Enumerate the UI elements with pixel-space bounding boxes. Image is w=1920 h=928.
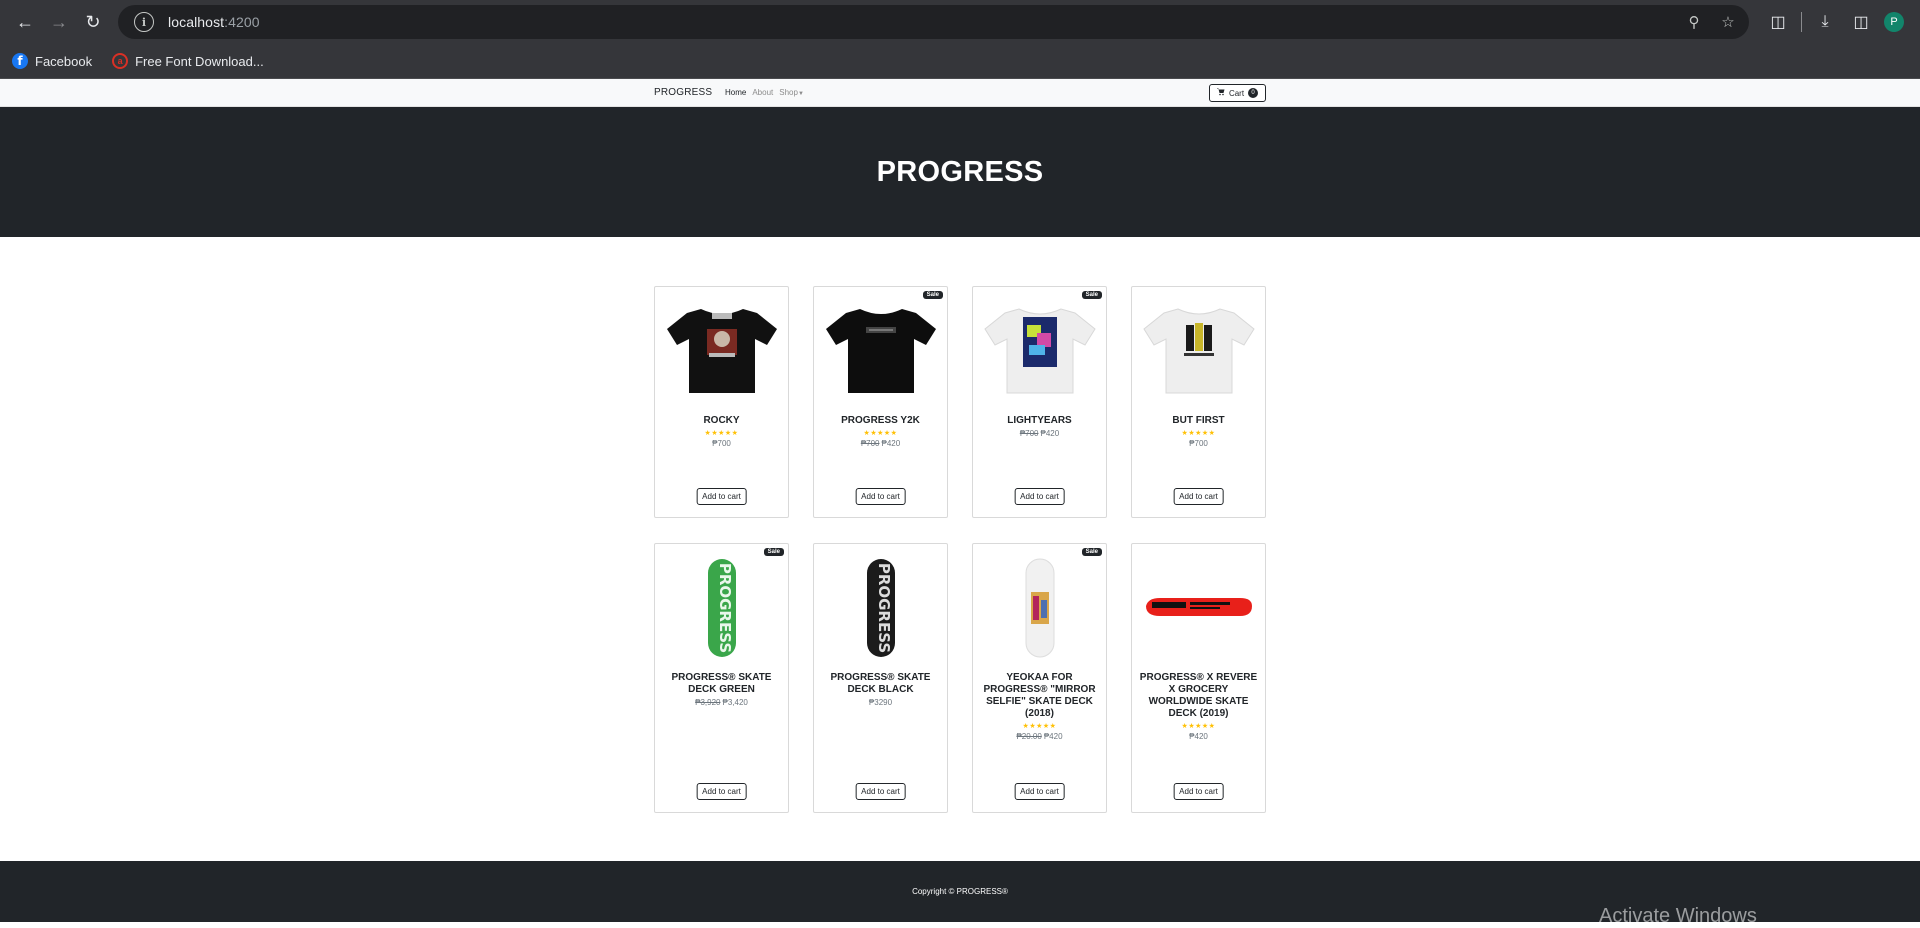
add-to-cart-button[interactable]: Add to cart [696, 488, 747, 505]
address-bar[interactable]: i localhost:4200 ⚲ ☆ [118, 5, 1749, 39]
bookmark-label: Facebook [35, 53, 93, 69]
hero-header: PROGRESS [0, 107, 1920, 237]
site-navbar: PROGRESS Home About Shop▼ Cart 0 [0, 79, 1920, 107]
sale-badge: Sale [1081, 548, 1102, 556]
product-price: ₱700 [712, 439, 731, 448]
nav-link-about[interactable]: About [752, 88, 773, 97]
browser-toolbar: ← → ↻ i localhost:4200 ⚲ ☆ ◫ ⤓ ◫ P [0, 0, 1920, 44]
caret-down-icon: ▼ [797, 91, 804, 97]
navbar-brand[interactable]: PROGRESS [654, 87, 712, 98]
fontfree-icon: a [112, 53, 129, 69]
product-price: ₱700 [1189, 439, 1208, 448]
sale-badge: Sale [763, 548, 784, 556]
rating-stars: ★★★★★ [863, 430, 898, 437]
product-image[interactable]: PROGRESS [655, 544, 788, 672]
add-to-cart-button[interactable]: Add to cart [855, 488, 906, 505]
back-arrow-icon[interactable]: ← [8, 5, 42, 39]
product-card: PROGRESS PROGRESS® SKATE DECK BLACK ₱329… [813, 543, 948, 813]
product-image[interactable] [973, 544, 1106, 672]
nav-link-home[interactable]: Home [725, 88, 746, 97]
hero-title: PROGRESS [876, 155, 1044, 188]
add-to-cart-button[interactable]: Add to cart [855, 783, 906, 800]
side-panel-icon[interactable]: ◫ [1848, 12, 1874, 32]
product-name[interactable]: PROGRESS Y2K [820, 415, 941, 427]
rating-stars: ★★★★★ [1022, 723, 1057, 730]
product-card: Sale YEOKAA FOR PROGRESS® "MIRROR SELFIE… [972, 543, 1107, 813]
bookmark-label: Free Font Download... [135, 53, 264, 69]
reload-icon[interactable]: ↻ [76, 5, 110, 39]
forward-arrow-icon[interactable]: → [42, 5, 76, 39]
cart-icon [1216, 88, 1225, 98]
url-text[interactable]: localhost:4200 [168, 14, 260, 30]
product-price: ₱420 [1189, 732, 1208, 741]
rating-stars: ★★★★★ [1181, 430, 1216, 437]
product-name[interactable]: LIGHTYEARS [979, 415, 1100, 427]
facebook-icon: f [12, 53, 28, 69]
product-image[interactable] [655, 287, 788, 415]
toolbar-divider [1801, 12, 1802, 32]
product-card: Sale PROGRESS PROGRESS® SKATE DECK GREEN… [654, 543, 789, 813]
product-card: Sale LIGHTYEARS ₱700 ₱420 Add to cart [972, 286, 1107, 518]
add-to-cart-button[interactable]: Add to cart [1014, 783, 1065, 800]
product-price: ₱3,920 ₱3,420 [695, 698, 748, 707]
nav-links: Home About Shop▼ [725, 88, 804, 97]
product-price: ₱700 ₱420 [860, 439, 901, 448]
product-name[interactable]: PROGRESS® X REVERE X GROCERY WORLDWIDE S… [1138, 672, 1259, 720]
add-to-cart-button[interactable]: Add to cart [1173, 783, 1224, 800]
add-to-cart-button[interactable]: Add to cart [1014, 488, 1065, 505]
add-to-cart-button[interactable]: Add to cart [696, 783, 747, 800]
cart-label: Cart [1228, 88, 1245, 98]
extensions-icon[interactable]: ◫ [1765, 12, 1791, 32]
zoom-icon[interactable]: ⚲ [1683, 13, 1705, 31]
product-price: ₱700 ₱420 [1019, 429, 1060, 438]
nav-link-shop[interactable]: Shop▼ [779, 88, 804, 97]
product-image[interactable] [814, 287, 947, 415]
product-price: ₱3290 [868, 698, 893, 707]
bookmarks-bar: f Facebook a Free Font Download... [0, 44, 1920, 79]
product-name[interactable]: YEOKAA FOR PROGRESS® "MIRROR SELFIE" SKA… [979, 672, 1100, 720]
activate-windows-watermark: Activate Windows [1599, 905, 1757, 927]
download-icon[interactable]: ⤓ [1812, 13, 1838, 31]
product-image[interactable] [973, 287, 1106, 415]
sale-badge: Sale [1081, 291, 1102, 299]
cart-button[interactable]: Cart 0 [1209, 84, 1266, 102]
site-info-icon[interactable]: i [134, 12, 154, 32]
bookmark-fontfree[interactable]: a Free Font Download... [112, 53, 264, 69]
bookmark-facebook[interactable]: f Facebook [12, 53, 92, 69]
sale-badge: Sale [922, 291, 943, 299]
cart-count-badge: 0 [1248, 88, 1259, 98]
product-image[interactable] [1132, 287, 1265, 415]
rating-stars: ★★★★★ [1181, 723, 1216, 730]
product-card: Sale PROGRESS Y2K ★★★★★ ₱700 ₱420 Add to … [813, 286, 948, 518]
copyright-text: Copyright © PROGRESS® [912, 887, 1008, 896]
product-card: BUT FIRST ★★★★★ ₱700 Add to cart [1131, 286, 1266, 518]
product-card: ROCKY ★★★★★ ₱700 Add to cart [654, 286, 789, 518]
product-name[interactable]: PROGRESS® SKATE DECK GREEN [661, 672, 782, 696]
product-image[interactable]: PROGRESS [814, 544, 947, 672]
product-name[interactable]: BUT FIRST [1138, 415, 1259, 427]
product-image[interactable] [1132, 544, 1265, 672]
add-to-cart-button[interactable]: Add to cart [1173, 488, 1224, 505]
product-name[interactable]: PROGRESS® SKATE DECK BLACK [820, 672, 941, 696]
product-grid: ROCKY ★★★★★ ₱700 Add to cart Sale PROGRE… [0, 237, 1920, 860]
profile-avatar[interactable]: P [1884, 12, 1904, 32]
bookmark-star-icon[interactable]: ☆ [1717, 13, 1739, 31]
svg-text:PROGRESS: PROGRESS [716, 563, 734, 653]
product-price: ₱20.00 ₱420 [1016, 732, 1063, 741]
svg-text:PROGRESS: PROGRESS [875, 563, 893, 653]
product-name[interactable]: ROCKY [661, 415, 782, 427]
product-card: PROGRESS® X REVERE X GROCERY WORLDWIDE S… [1131, 543, 1266, 813]
rating-stars: ★★★★★ [704, 430, 739, 437]
